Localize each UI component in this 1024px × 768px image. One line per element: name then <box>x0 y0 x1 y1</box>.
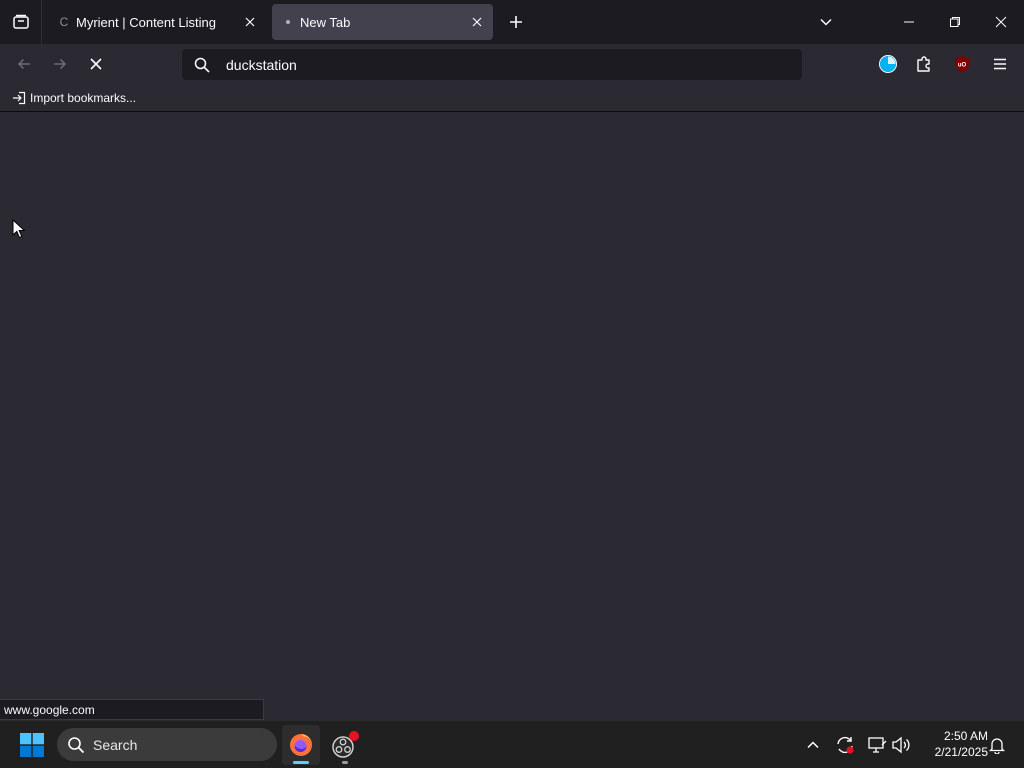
tab-close-button[interactable] <box>465 10 489 34</box>
page-content <box>0 113 1024 720</box>
svg-text:uO: uO <box>958 63 967 69</box>
ublock-button[interactable]: uO <box>946 48 978 80</box>
sync-tray-icon-button[interactable] <box>832 731 858 759</box>
volume-button[interactable] <box>888 731 914 759</box>
navigation-toolbar: uO <box>0 44 1024 84</box>
bookmarks-toolbar: Import bookmarks... <box>0 84 1024 112</box>
tab-title: Myrient | Content Listing <box>76 14 216 30</box>
running-indicator <box>342 761 348 764</box>
chevron-down-icon <box>820 18 832 26</box>
list-all-tabs-button[interactable] <box>812 8 840 36</box>
window-close-button[interactable] <box>978 0 1024 44</box>
tab-myrient[interactable]: C Myrient | Content Listing <box>48 4 266 40</box>
loading-icon: C <box>59 15 69 29</box>
windows-logo-icon <box>20 733 44 757</box>
start-button[interactable] <box>14 727 50 763</box>
search-icon <box>68 736 85 753</box>
url-input[interactable] <box>226 56 766 73</box>
forward-button[interactable] <box>44 48 76 80</box>
chevron-up-icon <box>807 741 819 749</box>
ublock-icon: uO <box>955 56 969 72</box>
minimize-button[interactable] <box>886 0 932 44</box>
extensions-button[interactable] <box>908 48 940 80</box>
account-button[interactable] <box>872 48 904 80</box>
tab-list-icon <box>12 14 29 29</box>
close-icon <box>995 16 1007 28</box>
sync-icon <box>837 736 854 754</box>
hamburger-menu-icon <box>994 58 1006 70</box>
import-bookmarks-button[interactable]: Import bookmarks... <box>8 88 140 108</box>
network-icon <box>868 737 887 753</box>
forward-arrow-icon <box>54 58 67 70</box>
notifications-button[interactable] <box>984 731 1010 759</box>
tab-list-button[interactable] <box>0 0 42 44</box>
active-indicator <box>293 761 309 764</box>
new-tab-button[interactable] <box>502 8 530 36</box>
tab-close-button[interactable] <box>238 10 262 34</box>
address-bar[interactable] <box>182 49 802 80</box>
firefox-icon <box>290 734 312 756</box>
mouse-cursor-icon <box>12 219 26 239</box>
taskbar-firefox[interactable] <box>282 725 320 765</box>
search-icon <box>192 55 212 75</box>
restore-button[interactable] <box>932 0 978 44</box>
dot-icon <box>280 14 296 30</box>
tab-title: New Tab <box>300 14 351 30</box>
show-hidden-icons-button[interactable] <box>800 731 826 759</box>
obs-icon <box>332 731 359 758</box>
stop-button[interactable] <box>80 48 112 80</box>
taskbar-obs[interactable] <box>326 725 364 765</box>
close-icon <box>245 17 255 27</box>
clock-time: 2:50 AM <box>943 729 988 743</box>
system-clock[interactable]: 2:50 AM 2/21/2025 <box>918 728 988 760</box>
bell-icon <box>988 738 1006 754</box>
tab-new-tab[interactable]: New Tab <box>272 4 493 40</box>
taskbar-search-label: Search <box>93 736 138 753</box>
import-bookmarks-label: Import bookmarks... <box>30 91 137 105</box>
account-icon <box>879 55 897 73</box>
close-icon <box>472 17 482 27</box>
back-arrow-icon <box>17 58 30 70</box>
import-icon <box>13 91 26 105</box>
clock-date: 2/21/2025 <box>934 745 988 759</box>
app-menu-button[interactable] <box>984 48 1016 80</box>
network-button[interactable] <box>864 731 890 759</box>
taskbar-search[interactable]: Search <box>57 728 277 761</box>
restore-icon <box>950 17 960 27</box>
stop-icon <box>90 58 102 70</box>
plus-icon <box>510 16 522 28</box>
status-panel: www.google.com <box>0 699 264 720</box>
back-button[interactable] <box>8 48 40 80</box>
taskbar: Search 2:50 AM 2/21/2025 <box>0 720 1024 768</box>
puzzle-piece-icon <box>917 56 930 72</box>
volume-icon <box>892 736 910 754</box>
minimize-icon <box>904 21 914 23</box>
tab-strip: C Myrient | Content Listing New Tab <box>0 0 1024 44</box>
